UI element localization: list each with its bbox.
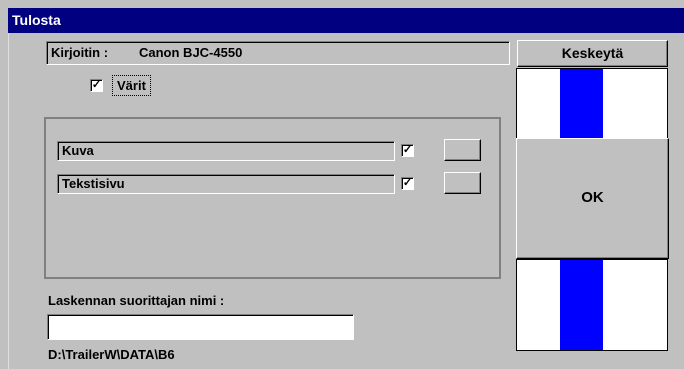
calculator-name-input[interactable] [47, 314, 354, 340]
data-path: D:\TrailerW\DATA\B6 [48, 347, 175, 362]
document-checkbox-kuva[interactable]: ✓ [401, 144, 414, 157]
document-checkbox-tekstisivu[interactable]: ✓ [401, 177, 414, 190]
title-bar: Tulosta [8, 8, 684, 33]
document-field-kuva: Kuva [57, 141, 395, 161]
document-options-button-kuva[interactable] [444, 139, 481, 161]
progress-panel-top [516, 68, 668, 139]
document-name: Kuva [62, 143, 94, 158]
progress-bar-top [560, 69, 603, 138]
colors-label[interactable]: Värit [112, 75, 151, 96]
ok-button-label: OK [581, 189, 604, 206]
cancel-button-label: Keskeytä [561, 45, 624, 61]
colors-label-text: Värit [117, 78, 146, 93]
document-field-tekstisivu: Tekstisivu [57, 174, 395, 194]
document-options-button-tekstisivu[interactable] [444, 172, 481, 194]
progress-bar-bottom [560, 260, 603, 350]
progress-panel-bottom [516, 259, 668, 351]
printer-label: Kirjoitin : [51, 45, 109, 60]
printer-name: Canon BJC-4550 [139, 45, 243, 60]
ok-button[interactable]: OK [516, 138, 669, 259]
colors-checkbox[interactable]: ✓ [90, 79, 103, 92]
calculator-label: Laskennan suorittajan nimi : [48, 293, 225, 308]
cancel-button[interactable]: Keskeytä [517, 40, 668, 67]
window-title: Tulosta [12, 12, 61, 28]
printer-field: Kirjoitin : Canon BJC-4550 [46, 41, 510, 65]
document-name: Tekstisivu [62, 176, 125, 191]
